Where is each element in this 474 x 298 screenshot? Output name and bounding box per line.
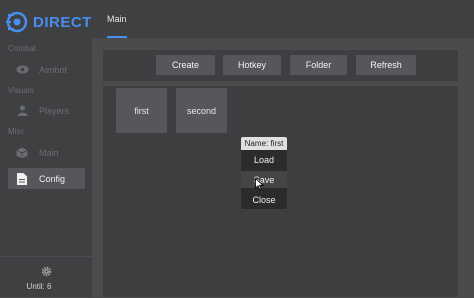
until-label: Until: 6 xyxy=(26,282,52,291)
app-name: DIRECT xyxy=(33,13,92,31)
sidebar: DIRECT Combat Aimbot Visuals Players Mis… xyxy=(0,0,92,297)
load-menu-item[interactable]: Load xyxy=(241,151,287,168)
section-misc: Misc xyxy=(8,127,25,136)
active-tab-indicator xyxy=(107,36,127,38)
cube-icon xyxy=(15,146,29,160)
sidebar-item-label: Aimbot xyxy=(39,64,68,75)
config-card-second[interactable]: second xyxy=(176,88,227,133)
hotkey-button[interactable]: Hotkey xyxy=(223,55,281,75)
gear-icon[interactable] xyxy=(41,266,52,277)
config-card-first[interactable]: first xyxy=(116,88,167,133)
sidebar-item-label: Players xyxy=(39,105,70,116)
section-visuals: Visuals xyxy=(8,86,34,95)
mouse-cursor-icon xyxy=(255,178,264,190)
sidebar-footer: Until: 6 xyxy=(0,256,92,298)
top-bar xyxy=(92,0,474,38)
folder-button[interactable]: Folder xyxy=(290,55,347,75)
context-menu-title: Name: first xyxy=(241,137,287,150)
file-icon xyxy=(15,172,29,186)
sidebar-item-players[interactable]: Players xyxy=(8,100,85,121)
logo-icon xyxy=(6,11,28,33)
sidebar-item-aimbot[interactable]: Aimbot xyxy=(8,59,85,80)
eye-icon xyxy=(15,63,29,77)
section-combat: Combat xyxy=(8,44,37,53)
close-menu-item[interactable]: Close xyxy=(241,191,287,208)
sidebar-item-label: Config xyxy=(39,173,66,184)
sidebar-item-label: Main xyxy=(39,147,59,158)
user-icon xyxy=(15,104,29,118)
sidebar-item-config[interactable]: Config xyxy=(8,168,85,189)
save-menu-item[interactable]: Save xyxy=(241,171,287,188)
create-button[interactable]: Create xyxy=(156,55,215,75)
tab-main[interactable]: Main xyxy=(107,14,127,24)
app-logo: DIRECT xyxy=(5,8,92,36)
refresh-button[interactable]: Refresh xyxy=(356,55,416,75)
sidebar-item-main[interactable]: Main xyxy=(8,142,85,163)
